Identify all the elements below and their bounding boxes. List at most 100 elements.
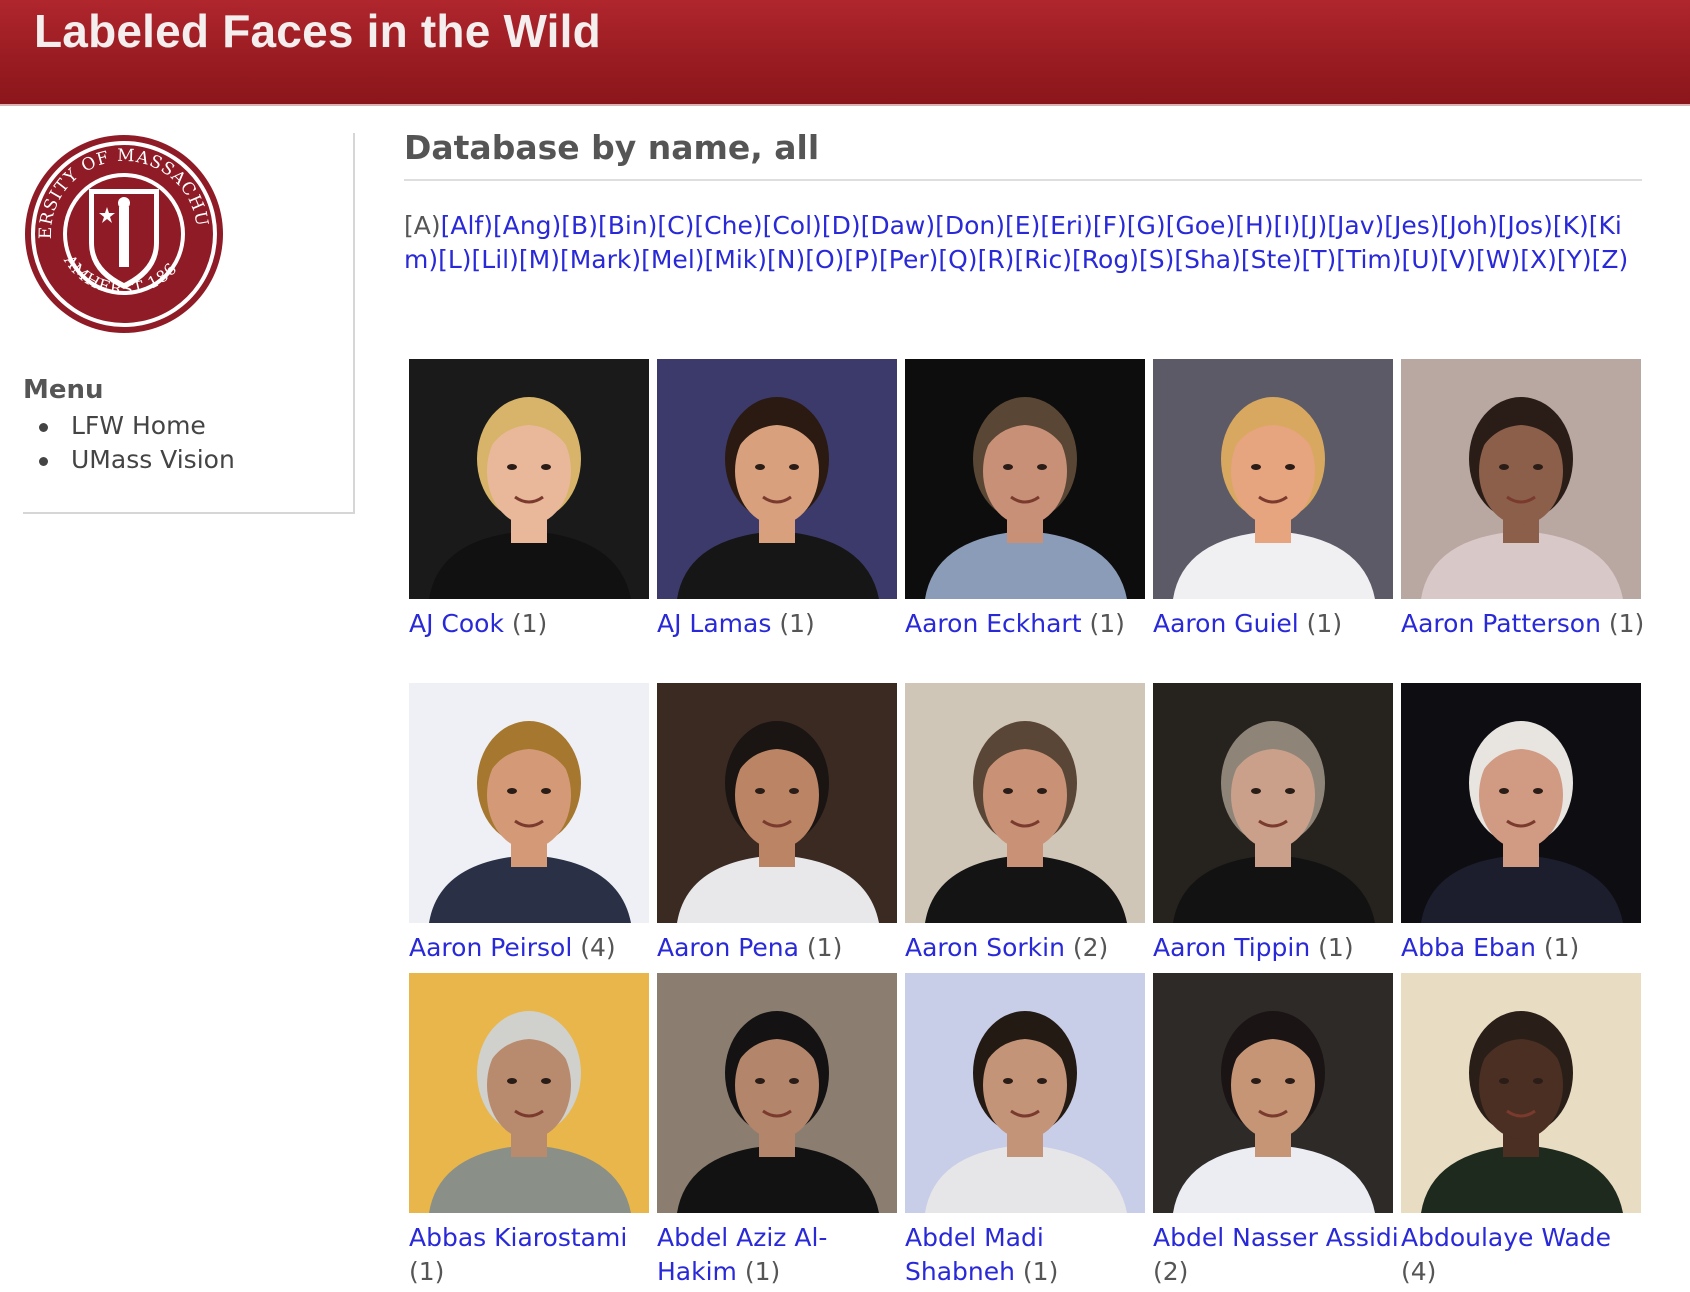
letter-link[interactable]: [J) [1300, 211, 1327, 240]
person-name-link[interactable]: Aaron Patterson [1401, 609, 1601, 638]
letter-link[interactable]: [H) [1235, 211, 1273, 240]
sidebar: UNIVERSITY OF MASSACHUSETTS AMHERST 1863… [23, 133, 355, 514]
letter-link[interactable]: [S) [1139, 245, 1174, 274]
letter-link[interactable]: [Q) [938, 245, 977, 274]
letter-link[interactable]: [B) [561, 211, 598, 240]
letter-link[interactable]: [Joh) [1440, 211, 1498, 240]
letter-link[interactable]: [Jes) [1384, 211, 1439, 240]
person-photo[interactable] [409, 683, 649, 923]
letter-link[interactable]: [Mik) [705, 245, 768, 274]
menu-list: LFW Home UMass Vision [23, 409, 235, 477]
letter-link[interactable]: [E) [1005, 211, 1040, 240]
letter-link[interactable]: [L) [438, 245, 471, 274]
letter-link[interactable]: [Jav) [1327, 211, 1384, 240]
image-count: (1) [1081, 609, 1125, 638]
letter-link[interactable]: [Col) [763, 211, 822, 240]
person-name-link[interactable]: Abbas Kiarostami [409, 1223, 627, 1252]
letter-link[interactable]: [Y) [1557, 245, 1592, 274]
person-card: Aaron Tippin (1) [1153, 683, 1393, 965]
letter-link[interactable]: [Ang) [493, 211, 561, 240]
person-photo[interactable] [657, 683, 897, 923]
person-photo[interactable] [409, 359, 649, 599]
person-photo[interactable] [1153, 359, 1393, 599]
letter-link[interactable]: [O) [805, 245, 844, 274]
letter-link[interactable]: [F) [1093, 211, 1127, 240]
person-name-link[interactable]: Abdoulaye Wade [1401, 1223, 1611, 1252]
letter-link[interactable]: [X) [1520, 245, 1557, 274]
person-photo[interactable] [905, 973, 1145, 1213]
menu-title: Menu [23, 375, 104, 405]
person-name-link[interactable]: Abdel Nasser Assidi [1153, 1223, 1399, 1252]
letter-link[interactable]: [R) [978, 245, 1015, 274]
image-count: (1) [1600, 609, 1645, 638]
person-photo[interactable] [1401, 973, 1641, 1213]
person-photo[interactable] [905, 359, 1145, 599]
person-name-link[interactable]: Aaron Tippin [1153, 933, 1310, 962]
letter-link[interactable]: [Che) [694, 211, 762, 240]
person-name-link[interactable]: Aaron Peirsol [409, 933, 572, 962]
umass-seal-logo: UNIVERSITY OF MASSACHUSETTS AMHERST 1863 [23, 133, 223, 333]
letter-link[interactable]: [Ric) [1014, 245, 1072, 274]
person-caption: Abba Eban (1) [1401, 931, 1649, 965]
letter-link[interactable]: [Don) [935, 211, 1005, 240]
letter-index-current: [A) [404, 211, 441, 240]
menu-link-umass-vision[interactable]: UMass Vision [71, 445, 235, 474]
letter-link[interactable]: [I) [1274, 211, 1301, 240]
letter-link[interactable]: [Daw) [861, 211, 936, 240]
letter-link[interactable]: [Alf) [441, 211, 493, 240]
person-name-link[interactable]: Abba Eban [1401, 933, 1536, 962]
letter-link[interactable]: [P) [844, 245, 879, 274]
letter-link[interactable]: [G) [1127, 211, 1166, 240]
menu-link-lfw-home[interactable]: LFW Home [71, 411, 206, 440]
person-photo[interactable] [1153, 973, 1393, 1213]
person-photo[interactable] [657, 359, 897, 599]
letter-link[interactable]: [Rog) [1072, 245, 1139, 274]
menu-item-umass-vision: UMass Vision [23, 443, 235, 477]
letter-link[interactable]: [Eri) [1040, 211, 1093, 240]
letter-link[interactable]: [Mark) [560, 245, 641, 274]
person-card: AJ Cook (1) [409, 359, 649, 641]
person-name-link[interactable]: AJ Lamas [657, 609, 771, 638]
person-photo[interactable] [905, 683, 1145, 923]
person-caption: AJ Cook (1) [409, 607, 657, 641]
person-card: Aaron Sorkin (2) [905, 683, 1145, 965]
letter-link[interactable]: [Z) [1592, 245, 1629, 274]
letter-link[interactable]: [V) [1439, 245, 1476, 274]
person-card: Abba Eban (1) [1401, 683, 1641, 965]
letter-link[interactable]: [M) [519, 245, 560, 274]
person-name-link[interactable]: Aaron Sorkin [905, 933, 1065, 962]
letter-link[interactable]: [Per) [879, 245, 938, 274]
letter-link[interactable]: [Jos) [1498, 211, 1553, 240]
image-count: (1) [1014, 1257, 1059, 1286]
person-photo[interactable] [409, 973, 649, 1213]
letter-link[interactable]: [W) [1476, 245, 1520, 274]
person-photo[interactable] [1153, 683, 1393, 923]
letter-link[interactable]: [K) [1553, 211, 1589, 240]
letter-link[interactable]: [U) [1402, 245, 1440, 274]
letter-link[interactable]: [Bin) [598, 211, 657, 240]
letter-link[interactable]: [T) [1301, 245, 1336, 274]
person-photo[interactable] [1401, 359, 1641, 599]
image-count: (1) [1310, 933, 1354, 962]
person-name-link[interactable]: AJ Cook [409, 609, 504, 638]
person-photo[interactable] [657, 973, 897, 1213]
person-caption: Abdel Nasser Assidi (2) [1153, 1221, 1401, 1289]
letter-link[interactable]: [Lil) [472, 245, 519, 274]
person-card: Aaron Guiel (1) [1153, 359, 1393, 641]
letter-link[interactable]: [C) [657, 211, 694, 240]
person-card: Abdel Aziz Al-Hakim (1) [657, 973, 897, 1289]
image-count: (1) [736, 1257, 781, 1286]
person-name-link[interactable]: Aaron Guiel [1153, 609, 1299, 638]
letter-link[interactable]: [Tim) [1336, 245, 1401, 274]
person-name-link[interactable]: Aaron Eckhart [905, 609, 1082, 638]
person-photo[interactable] [1401, 683, 1641, 923]
letter-link[interactable]: [D) [822, 211, 861, 240]
letter-link[interactable]: [Goe) [1166, 211, 1236, 240]
person-caption: Aaron Guiel (1) [1153, 607, 1401, 641]
letter-link[interactable]: [N) [767, 245, 805, 274]
person-name-link[interactable]: Aaron Pena [657, 933, 799, 962]
letter-link[interactable]: [Mel) [641, 245, 704, 274]
letter-link[interactable]: [Ste) [1241, 245, 1302, 274]
person-caption: Abdoulaye Wade (4) [1401, 1221, 1649, 1289]
letter-link[interactable]: [Sha) [1174, 245, 1241, 274]
